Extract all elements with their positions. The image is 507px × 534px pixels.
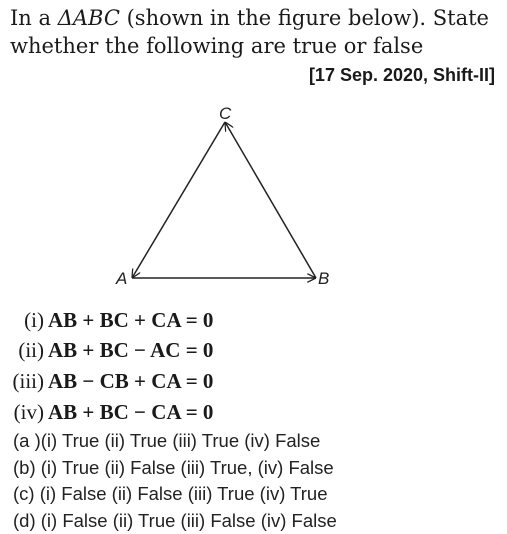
statement-item: (i)AB + BC + CA = 0 <box>0 305 213 335</box>
statement-item: (ii)AB + BC − AC = 0 <box>0 335 213 365</box>
answer-options: (a )(i) True (ii) True (iii) True (iv) F… <box>13 428 337 534</box>
side-bc-arrow <box>225 122 316 278</box>
triangle-figure: C A B <box>0 0 507 300</box>
statement-expression: AB + BC − AC = 0 <box>48 338 213 362</box>
vertex-label-a: A <box>115 269 127 288</box>
statement-item: (iii)AB − CB + CA = 0 <box>0 366 213 396</box>
statement-expression: AB − CB + CA = 0 <box>48 369 213 393</box>
option-c[interactable]: (c) (i) False (ii) False (iii) True (iv)… <box>13 481 337 508</box>
side-ca-arrow <box>132 122 225 278</box>
statement-item: (iv)AB + BC − CA = 0 <box>0 397 213 427</box>
option-a[interactable]: (a )(i) True (ii) True (iii) True (iv) F… <box>13 428 337 455</box>
statement-expression: AB + BC − CA = 0 <box>48 400 213 424</box>
option-b[interactable]: (b) (i) True (ii) False (iii) True, (iv)… <box>13 455 337 482</box>
statement-number: (ii) <box>0 335 44 365</box>
statement-number: (i) <box>0 305 44 335</box>
option-d[interactable]: (d) (i) False (ii) True (iii) False (iv)… <box>13 508 337 534</box>
statement-expression: AB + BC + CA = 0 <box>48 308 213 332</box>
statement-number: (iii) <box>0 366 44 396</box>
statement-number: (iv) <box>0 397 44 427</box>
vertex-label-c: C <box>219 104 232 123</box>
vertex-label-b: B <box>318 269 329 288</box>
